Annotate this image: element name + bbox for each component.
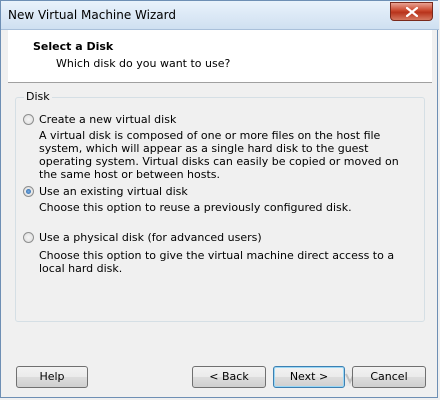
wizard-body: Select a Disk Which disk do you want to … — [8, 30, 432, 392]
close-icon — [406, 7, 418, 17]
option-use-existing-disk-label[interactable]: Use an existing virtual disk — [39, 185, 188, 198]
radio-use-existing-disk[interactable] — [23, 186, 34, 197]
page-title: Select a Disk — [33, 40, 114, 53]
back-button[interactable]: < Back — [192, 366, 266, 388]
title-bar[interactable]: New Virtual Machine Wizard — [1, 1, 439, 30]
option-create-new-disk-label[interactable]: Create a new virtual disk — [39, 113, 176, 126]
cancel-button[interactable]: Cancel — [352, 366, 426, 388]
option-use-physical-disk-description: Choose this option to give the virtual m… — [39, 249, 395, 275]
radio-create-new-disk[interactable] — [23, 114, 34, 125]
help-button[interactable]: Help — [16, 366, 88, 388]
option-use-existing-disk-description: Choose this option to reuse a previously… — [39, 201, 352, 214]
radio-use-physical-disk[interactable] — [23, 232, 34, 243]
wizard-window: New Virtual Machine Wizard Select a Disk… — [0, 0, 439, 398]
disk-groupbox: Disk Create a new virtual disk A virtual… — [15, 90, 425, 322]
next-button[interactable]: Next > — [273, 366, 345, 388]
option-create-new-disk-description: A virtual disk is composed of one or mor… — [39, 129, 399, 181]
page-subtitle: Which disk do you want to use? — [56, 57, 231, 70]
wizard-button-row: Help < Back Next > Cancel — [8, 362, 432, 392]
option-use-physical-disk-label[interactable]: Use a physical disk (for advanced users) — [39, 231, 262, 244]
close-button[interactable] — [390, 2, 433, 21]
wizard-header: Select a Disk Which disk do you want to … — [8, 30, 432, 83]
disk-group-label: Disk — [24, 90, 52, 103]
window-title: New Virtual Machine Wizard — [8, 8, 176, 22]
